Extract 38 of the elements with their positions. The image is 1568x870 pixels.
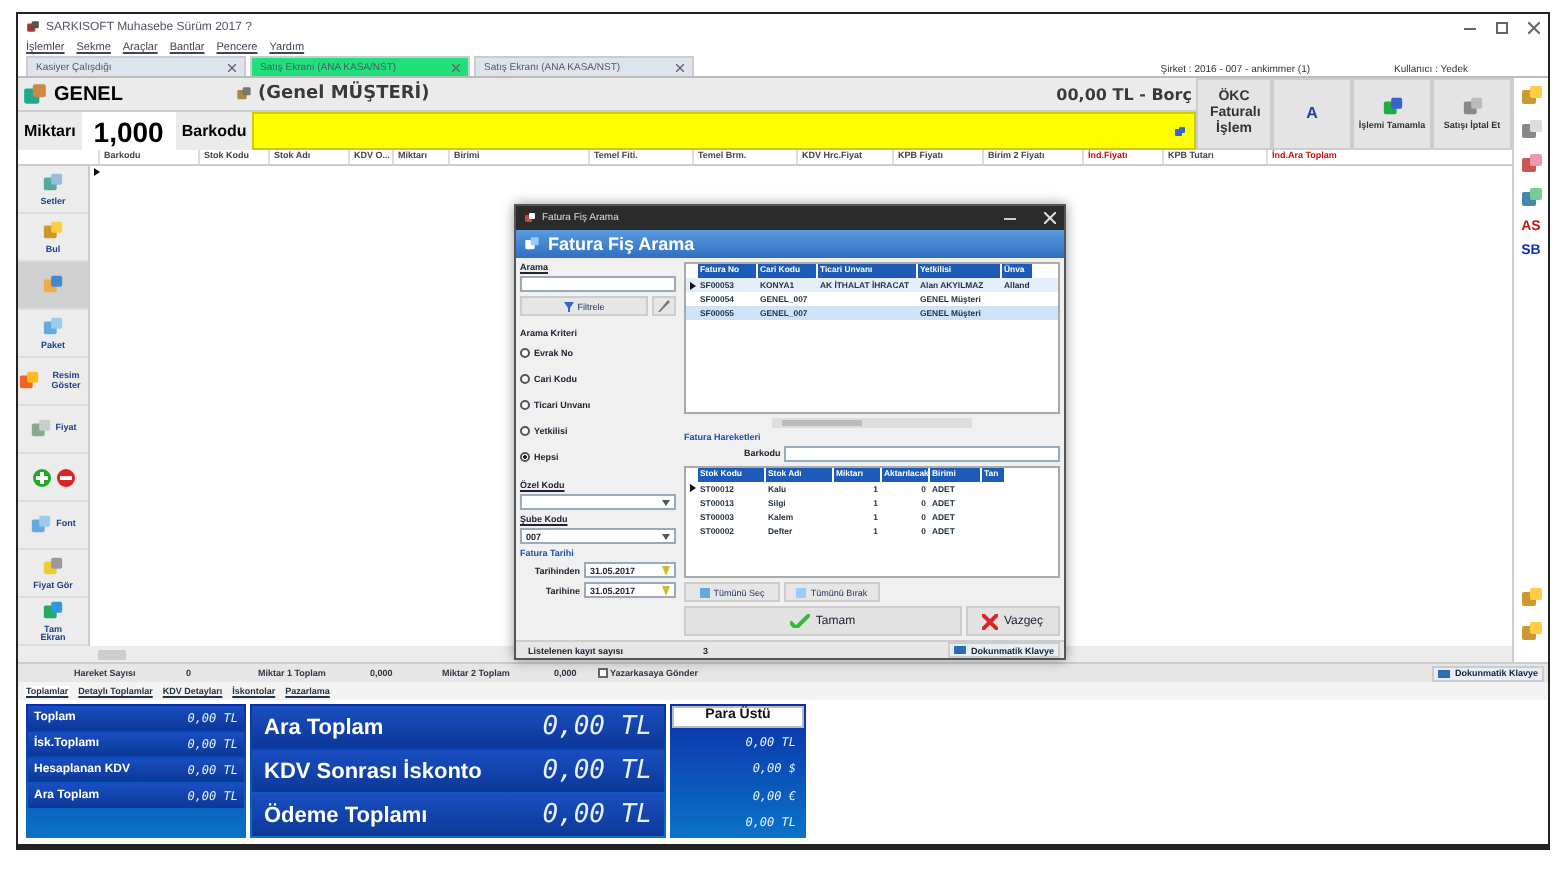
close-icon[interactable]	[1528, 21, 1540, 33]
check-icon	[789, 614, 810, 628]
minimize-icon[interactable]	[1004, 212, 1016, 224]
tool-button[interactable]	[18, 262, 88, 310]
row-pointer-icon	[94, 168, 100, 176]
action-button[interactable]: A	[1272, 78, 1352, 150]
summary-label: Ödeme Toplamı	[264, 803, 428, 827]
caret-icon[interactable]	[662, 533, 670, 539]
summary-value: 0,00 TL	[542, 800, 652, 830]
eraser-button[interactable]	[652, 296, 676, 316]
minus-icon	[55, 467, 75, 487]
plus-icon	[31, 467, 51, 487]
scrollbar-icon[interactable]	[98, 649, 126, 659]
search-field[interactable]	[520, 276, 676, 292]
checkbox[interactable]	[598, 668, 608, 678]
barcode-label: Barkodu	[179, 122, 249, 140]
summary-value: 0,00 TL	[542, 712, 652, 742]
summary-value: 0,00 TL	[542, 756, 652, 786]
scrollbar-icon[interactable]	[772, 417, 972, 428]
close-icon[interactable]	[228, 63, 236, 71]
barcode-field[interactable]	[784, 445, 1060, 462]
balance-text: 00,00 TL - Borç	[1056, 85, 1192, 103]
customer-code: GENEL	[54, 83, 125, 105]
quantity-field[interactable]: 1,000	[81, 112, 176, 150]
caret-icon[interactable]	[662, 499, 670, 505]
close-icon[interactable]	[676, 63, 684, 71]
filter-icon	[563, 301, 574, 311]
cross-icon	[981, 613, 998, 629]
row-pointer-icon	[689, 281, 695, 289]
maximize-icon[interactable]	[1496, 21, 1508, 33]
summary-label: Ara Toplam	[264, 715, 384, 739]
customer-name: (Genel MÜŞTERİ)	[258, 84, 430, 104]
dialog-header: Fatura Fiş Arama	[548, 234, 695, 254]
row-pointer-icon	[689, 484, 695, 493]
barcode-field[interactable]	[252, 112, 1196, 150]
special-code-field[interactable]	[520, 494, 676, 510]
quantity-label: Miktarı	[22, 122, 78, 140]
summary-label: KDV Sonrası İskonto	[264, 759, 482, 783]
